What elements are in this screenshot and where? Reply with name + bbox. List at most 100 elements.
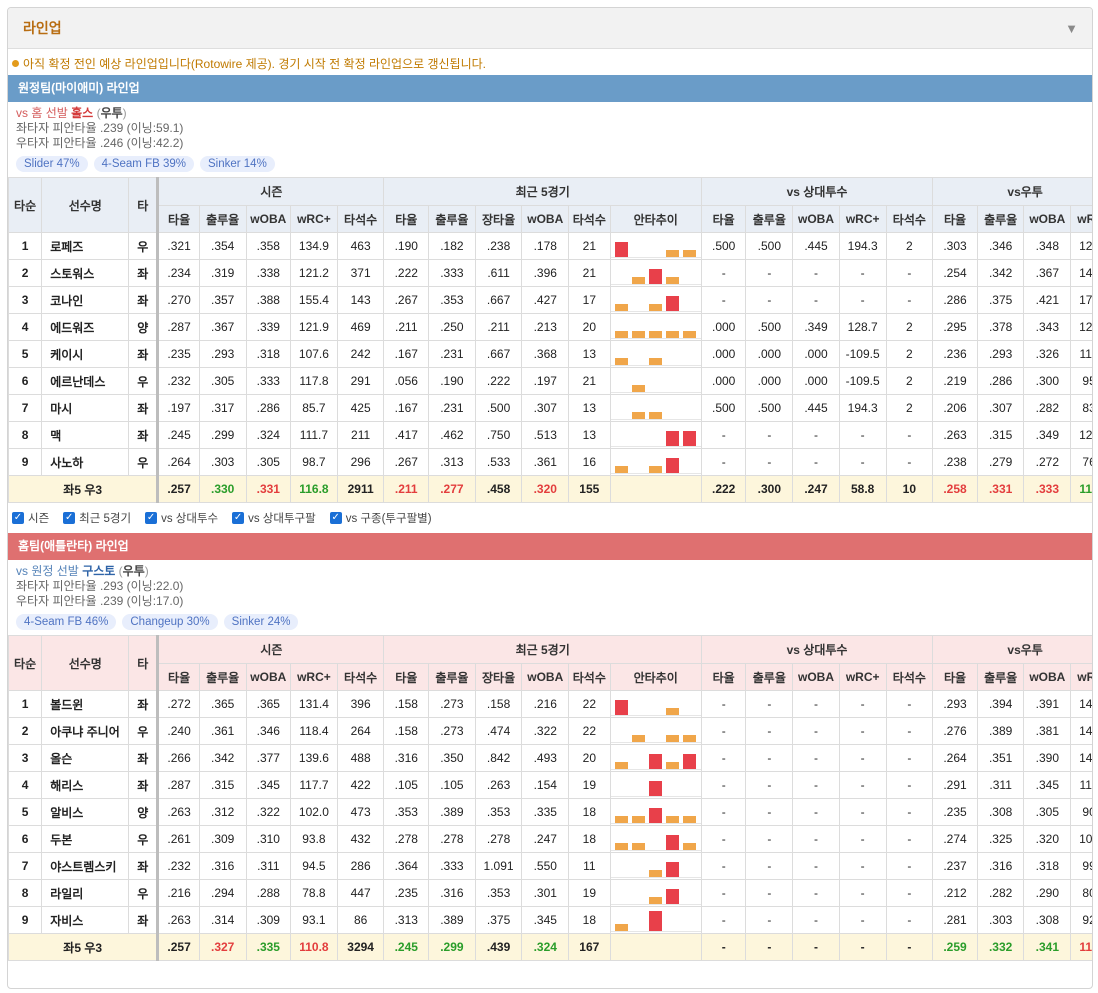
player-row[interactable]: 1 로페즈 우 .321.354.358 134.9 463.190.182.238.17… [8,232,1092,260]
player-name-link[interactable]: 에드워즈 [41,313,130,341]
col-vsp-stat[interactable]: wOBA [792,663,840,691]
filter-checkbox[interactable]: ✓ vs 상대투구팔 [232,510,316,526]
col-recent-stat[interactable]: 타석수 [568,205,611,233]
player-row[interactable]: 8 라일리 우 .216.294.288 78.8 447.235.316.353.301… [8,879,1092,907]
col-hand-stat[interactable]: 출루율 [976,205,1025,233]
col-vsp-stat[interactable]: 타율 [700,663,747,691]
player-row[interactable]: 2 스토워스 좌 .234.319.338 121.2 371.222.333.611.3… [8,259,1092,287]
col-recent-stat[interactable]: wOBA [521,205,570,233]
col-vsp-stat[interactable]: 타석수 [885,663,934,691]
player-name-link[interactable]: 볼드윈 [41,690,130,718]
player-name-link[interactable]: 로페즈 [41,232,130,260]
player-name-link[interactable]: 올슨 [41,744,130,772]
col-vsp-stat[interactable]: wRC+ [838,205,887,233]
col-vsp-stat[interactable]: 출루율 [745,205,794,233]
col-hand-stat[interactable]: 타율 [932,663,978,691]
col-hand-stat[interactable]: 출루율 [976,663,1025,691]
col-recent-stat[interactable]: 출루율 [428,663,476,691]
col-hand-stat[interactable]: wOBA [1023,205,1072,233]
col-recent-stat[interactable]: 타율 [383,205,430,233]
filter-checkbox[interactable]: ✓ vs 구종(투구팔별) [329,510,432,526]
home-table-wrap[interactable]: 타순 선수명 타 시즌 최근 5경기 vs 상대투수 vs우투 타율 출루율 wOBA wRC+ 타석… [8,635,1092,961]
checkbox-checked-icon[interactable]: ✓ [63,512,76,524]
col-bat[interactable]: 타 [128,635,159,691]
col-season-stat[interactable]: wRC+ [290,205,338,233]
player-name-link[interactable]: 야스트렘스키 [41,852,130,880]
col-name[interactable]: 선수명 [41,177,130,233]
player-row[interactable]: 2 아쿠냐 주니어 우 .240.361.346 118.4 264.158.273.47… [8,717,1092,745]
col-hand-stat[interactable]: wOBA [1023,663,1072,691]
hand-stat: 124.6 [1070,313,1092,341]
col-season-stat[interactable]: 출루율 [198,205,247,233]
player-row[interactable]: 6 두본 우 .261.309.310 93.8 432.278.278.278.247 1… [8,825,1092,853]
col-order[interactable]: 타순 [8,177,43,233]
col-vsp-stat[interactable]: wRC+ [838,663,887,691]
player-row[interactable]: 3 코나인 좌 .270.357.388 155.4 143.267.353.667.42… [8,286,1092,314]
col-recent-stat[interactable]: 장타율 [474,205,523,233]
player-name-link[interactable]: 자비스 [41,906,130,934]
player-name-link[interactable]: 사노하 [41,448,130,476]
checkbox-checked-icon[interactable]: ✓ [145,512,158,524]
filter-checkbox[interactable]: ✓ 최근 5경기 [63,510,131,526]
col-recent-stat[interactable]: 안타추이 [609,663,702,691]
player-name-link[interactable]: 스토워스 [41,259,130,287]
checkbox-checked-icon[interactable]: ✓ [329,512,342,524]
col-recent-stat[interactable]: 타율 [383,663,430,691]
checkbox-checked-icon[interactable]: ✓ [12,512,24,524]
player-name-link[interactable]: 마시 [41,394,130,422]
col-hand-stat[interactable]: wRC+ [1070,663,1092,691]
player-row[interactable]: 3 올슨 좌 .266.342.377 139.6 488.316.350.842.493… [8,744,1092,772]
player-row[interactable]: 4 에드워즈 양 .287.367.339 121.9 469.211.250.211.2… [8,313,1092,341]
col-vsp-stat[interactable]: 출루율 [745,663,794,691]
panel-header[interactable]: 라인업 ▼ [8,8,1092,49]
col-vsp-stat[interactable]: wOBA [792,205,840,233]
home-opp-pitcher-link[interactable]: 구스토 [82,564,115,578]
col-recent-stat[interactable]: 안타추이 [609,205,702,233]
col-season-stat[interactable]: 출루율 [198,663,247,691]
col-season-stat[interactable]: wOBA [245,205,292,233]
player-name-link[interactable]: 코나인 [41,286,130,314]
player-row[interactable]: 7 야스트렘스키 좌 .232.316.311 94.5 286.364.333 1.091… [8,852,1092,880]
player-name-link[interactable]: 아쿠냐 주니어 [41,717,130,745]
col-hand-stat[interactable]: wRC+ [1070,205,1092,233]
checkbox-checked-icon[interactable]: ✓ [232,512,245,524]
player-name-link[interactable]: 맥 [41,421,130,449]
col-season-stat[interactable]: 타석수 [336,205,385,233]
col-vsp-stat[interactable]: 타율 [700,205,747,233]
player-row[interactable]: 5 케이시 좌 .235.293.318 107.6 242.167.231.667.36… [8,340,1092,368]
col-order[interactable]: 타순 [8,635,43,691]
summary-recent-stat: .245 [383,933,430,961]
col-recent-stat[interactable]: 장타율 [474,663,523,691]
player-row[interactable]: 1 볼드윈 좌 .272.365.365 131.4 396.158.273.158.21… [8,690,1092,718]
col-name[interactable]: 선수명 [41,635,130,691]
player-name-link[interactable]: 두본 [41,825,130,853]
col-bat[interactable]: 타 [128,177,159,233]
player-row[interactable]: 6 에르난데스 우 .232.305.333 117.8 291.056.190.222.… [8,367,1092,395]
player-name-link[interactable]: 에르난데스 [41,367,130,395]
collapse-triangle-icon[interactable]: ▼ [1065,21,1078,36]
filter-checkbox[interactable]: ✓ vs 상대투수 [145,510,218,526]
player-name-link[interactable]: 라일리 [41,879,130,907]
col-hand-stat[interactable]: 타율 [932,205,978,233]
player-row[interactable]: 8 맥 좌 .245.299.324 111.7 211.417.462.750.513 1… [8,421,1092,449]
player-row[interactable]: 7 마시 좌 .197.317.286 85.7 425.167.231.500.307 1… [8,394,1092,422]
filter-checkbox[interactable]: ✓ 시즌 [12,510,49,526]
player-name-link[interactable]: 케이시 [41,340,130,368]
col-season-stat[interactable]: wOBA [245,663,292,691]
col-recent-stat[interactable]: wOBA [521,663,570,691]
away-table-wrap[interactable]: 타순 선수명 타 시즌 최근 5경기 vs 상대투수 vs우투 타율 출루율 wOBA wRC+ 타석… [8,177,1092,503]
away-opp-pitcher-link[interactable]: 홀스 [71,106,93,120]
player-row[interactable]: 9 사노하 우 .264.303.305 98.7 296.267.313.533.361… [8,448,1092,476]
player-row[interactable]: 5 알비스 양 .263.312.322 102.0 473.353.389.353.33… [8,798,1092,826]
player-row[interactable]: 4 해리스 좌 .287.315.345 117.7 422.105.105.263.15… [8,771,1092,799]
col-season-stat[interactable]: 타율 [156,205,200,233]
col-season-stat[interactable]: 타율 [156,663,200,691]
col-recent-stat[interactable]: 출루율 [428,205,476,233]
col-season-stat[interactable]: 타석수 [336,663,385,691]
col-season-stat[interactable]: wRC+ [290,663,338,691]
player-name-link[interactable]: 알비스 [41,798,130,826]
player-row[interactable]: 9 자비스 좌 .263.314.309 93.1 86.313.389.375.345 1… [8,906,1092,934]
col-vsp-stat[interactable]: 타석수 [885,205,934,233]
col-recent-stat[interactable]: 타석수 [568,663,611,691]
player-name-link[interactable]: 해리스 [41,771,130,799]
